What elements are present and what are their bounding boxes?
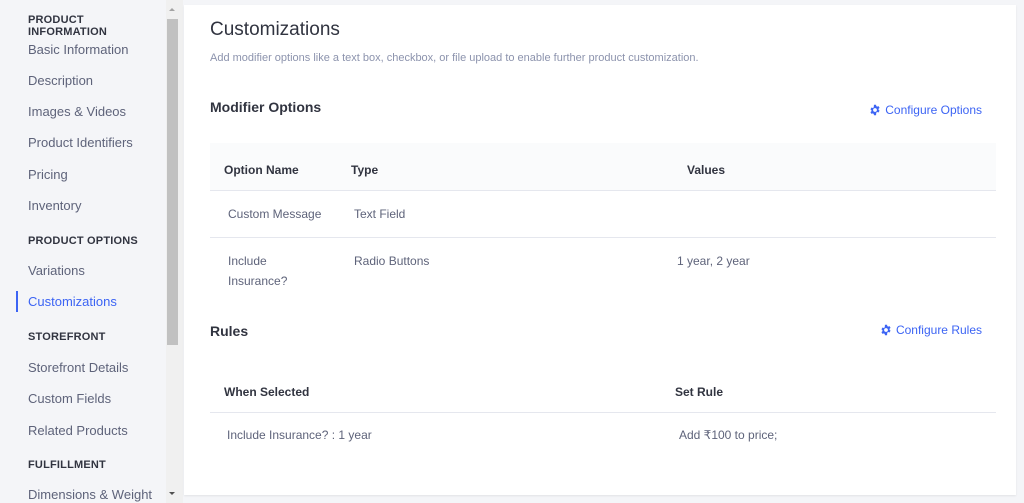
sidebar-heading-product-information: PRODUCT INFORMATION <box>28 14 107 38</box>
divider <box>210 190 996 191</box>
sidebar-item-related-products[interactable]: Related Products <box>28 423 128 438</box>
sidebar-scrollbar[interactable] <box>166 0 183 503</box>
configure-rules-label: Configure Rules <box>895 323 982 337</box>
option-row-1-name: Custom Message <box>228 207 322 221</box>
active-indicator <box>16 291 18 312</box>
sidebar-item-product-identifiers[interactable]: Product Identifiers <box>28 135 133 150</box>
column-header-set-rule: Set Rule <box>675 385 724 399</box>
gear-icon <box>870 104 880 116</box>
column-header-when-selected: When Selected <box>224 385 310 399</box>
option-row-2-values: 1 year, 2 year <box>677 254 750 268</box>
rule-row-1-set-rule: Add ₹100 to price; <box>679 428 778 442</box>
modifier-options-title: Modifier Options <box>210 99 322 115</box>
options-table-header-row <box>210 143 996 191</box>
sidebar-heading-fulfillment: FULFILLMENT <box>28 459 106 471</box>
sidebar-item-images-videos[interactable]: Images & Videos <box>28 104 126 119</box>
option-row-2-name-line2: Insurance? <box>228 274 288 288</box>
column-header-type: Type <box>351 163 379 177</box>
divider <box>210 412 996 413</box>
sidebar-item-variations[interactable]: Variations <box>28 263 85 278</box>
configure-rules-button[interactable]: Configure Rules <box>880 323 982 337</box>
customizations-panel: Customizations Add modifier options like… <box>184 5 1016 495</box>
sidebar-item-description[interactable]: Description <box>28 73 93 88</box>
sidebar-item-basic-information[interactable]: Basic Information <box>28 42 128 57</box>
column-header-values: Values <box>687 163 726 177</box>
scroll-up-arrow-icon[interactable] <box>169 8 175 11</box>
option-row-2-type: Radio Buttons <box>354 254 430 268</box>
sidebar-nav: PRODUCT INFORMATION Basic Information De… <box>0 0 166 503</box>
column-header-option-name: Option Name <box>224 163 299 177</box>
sidebar-item-custom-fields[interactable]: Custom Fields <box>28 391 111 406</box>
option-row-1-type: Text Field <box>354 207 406 221</box>
page-description: Add modifier options like a text box, ch… <box>210 52 699 64</box>
configure-options-button[interactable]: Configure Options <box>869 103 982 117</box>
divider <box>210 237 996 238</box>
sidebar-item-dimensions-weight[interactable]: Dimensions & Weight <box>28 487 152 502</box>
scroll-down-arrow-icon[interactable] <box>169 492 175 495</box>
sidebar-item-storefront-details[interactable]: Storefront Details <box>28 360 128 375</box>
rule-row-1-when-selected: Include Insurance? : 1 year <box>227 428 372 442</box>
page-title: Customizations <box>210 19 340 40</box>
option-row-2-name-line1: Include <box>228 254 267 268</box>
sidebar-item-customizations[interactable]: Customizations <box>28 294 117 309</box>
gear-icon <box>881 324 891 336</box>
sidebar-item-inventory[interactable]: Inventory <box>28 198 81 213</box>
configure-options-label: Configure Options <box>885 103 982 117</box>
scrollbar-thumb[interactable] <box>167 19 178 345</box>
rules-title: Rules <box>210 323 249 339</box>
sidebar-heading-storefront: STOREFRONT <box>28 331 106 343</box>
sidebar-item-pricing[interactable]: Pricing <box>28 167 68 182</box>
sidebar-heading-product-options: PRODUCT OPTIONS <box>28 235 138 247</box>
